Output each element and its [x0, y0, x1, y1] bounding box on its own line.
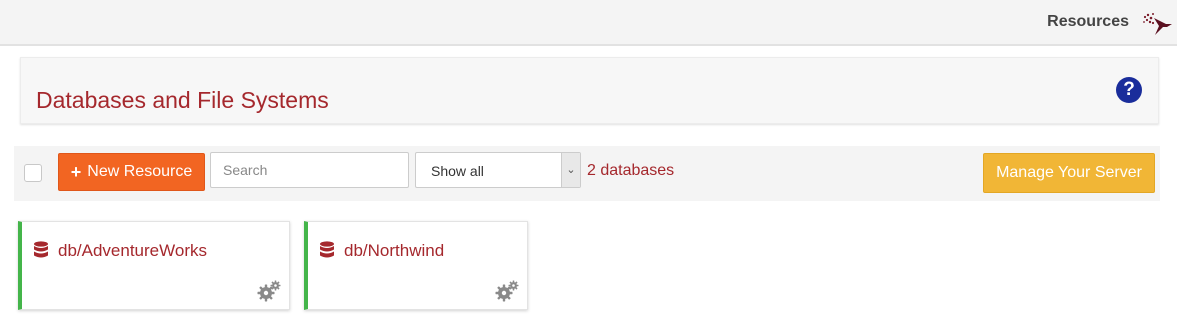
filter-select[interactable]: Show all ⌄	[415, 152, 581, 188]
nav-resources-link[interactable]: Resources	[1047, 13, 1129, 31]
new-resource-button[interactable]: + New Resource	[58, 153, 205, 191]
plus-icon: +	[70, 162, 82, 182]
database-count: 2 databases	[587, 162, 675, 179]
database-icon	[320, 241, 334, 258]
page-header-panel: Databases and File Systems ?	[20, 57, 1159, 124]
raven-logo-icon[interactable]	[1141, 8, 1173, 38]
help-icon[interactable]: ?	[1116, 77, 1142, 103]
manage-server-button[interactable]: Manage Your Server	[983, 153, 1155, 193]
search-input[interactable]	[210, 152, 409, 188]
select-all-checkbox[interactable]	[24, 164, 42, 182]
page-title: Databases and File Systems	[36, 87, 329, 113]
settings-gears-icon[interactable]	[257, 280, 281, 302]
filter-selected-value: Show all	[431, 163, 484, 179]
new-resource-label: New Resource	[87, 163, 193, 180]
resources-toolbar: + New Resource Show all ⌄ 2 databases Ma…	[14, 146, 1160, 201]
resource-name[interactable]: db/Northwind	[344, 241, 444, 261]
resource-card[interactable]: db/AdventureWorks	[18, 221, 290, 310]
database-icon	[34, 241, 48, 258]
resource-name[interactable]: db/AdventureWorks	[58, 241, 207, 261]
chevron-down-icon[interactable]: ⌄	[561, 153, 580, 187]
resource-card[interactable]: db/Northwind	[304, 221, 528, 310]
top-navbar: Resources	[0, 0, 1177, 46]
settings-gears-icon[interactable]	[495, 280, 519, 302]
